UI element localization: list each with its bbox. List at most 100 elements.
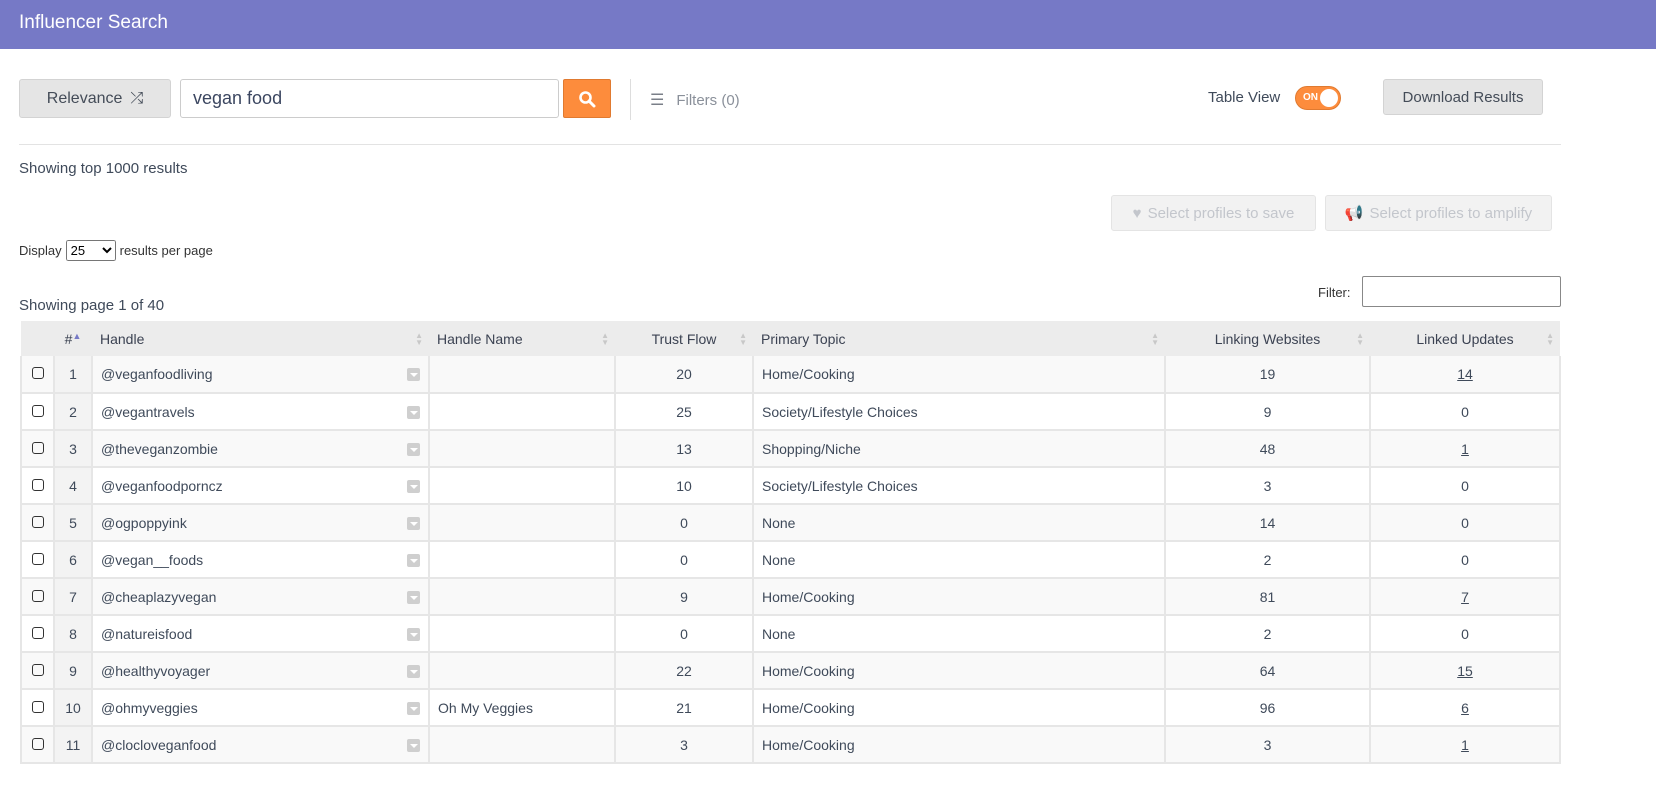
linked-updates-cell[interactable]: 15 [1369, 652, 1561, 690]
linked-updates-link[interactable]: 15 [1457, 663, 1473, 679]
sort-relevance-button[interactable]: Relevance ⤮ [19, 79, 171, 118]
dropdown-icon[interactable] [407, 368, 420, 381]
linked-updates-value: 0 [1461, 514, 1469, 531]
dropdown-icon[interactable] [407, 442, 420, 456]
handle-text[interactable]: @healthyvoyager [101, 663, 210, 679]
linked-updates-cell[interactable]: 1 [1369, 726, 1561, 764]
filter-input[interactable] [1362, 276, 1561, 307]
dropdown-icon[interactable] [407, 738, 420, 752]
row-checkbox[interactable] [31, 737, 44, 750]
handle-cell[interactable]: @healthyvoyager [91, 652, 430, 690]
column-header-handle[interactable]: Handle ▲ ▼ [92, 321, 429, 356]
handle-cell[interactable]: @ohmyveggies [91, 689, 430, 727]
dropdown-icon[interactable] [407, 405, 420, 419]
linking-websites-cell: 96 [1164, 689, 1371, 727]
row-checkbox[interactable] [31, 367, 44, 379]
search-input[interactable] [180, 79, 559, 118]
search-button[interactable] [563, 79, 611, 118]
table-view-toggle[interactable]: ON [1295, 86, 1341, 110]
column-header-linked-updates[interactable]: Linked Updates ▲ ▼ [1370, 321, 1560, 356]
select-column-header [21, 321, 54, 356]
column-header-primary-topic[interactable]: Primary Topic ▲ ▼ [753, 321, 1165, 356]
column-header-handle-name[interactable]: Handle Name ▲ ▼ [429, 321, 615, 356]
trust-flow-cell: 0 [614, 504, 754, 542]
linking-websites-cell: 3 [1164, 467, 1371, 505]
sort-label: Relevance [46, 89, 123, 107]
shuffle-icon: ⤮ [130, 89, 144, 107]
handle-text[interactable]: @ohmyveggies [101, 700, 198, 716]
linked-updates-cell[interactable]: 6 [1369, 689, 1561, 727]
column-header-linking-websites[interactable]: Linking Websites ▲ ▼ [1165, 321, 1370, 356]
dropdown-icon[interactable] [407, 627, 420, 641]
linked-updates-value: 0 [1461, 625, 1469, 642]
table-row: 4 @veganfoodporncz 10 Society/Lifestyle … [20, 467, 1561, 505]
row-checkbox[interactable] [31, 552, 44, 565]
dropdown-icon[interactable] [407, 516, 420, 530]
row-checkbox[interactable] [31, 441, 44, 454]
trust-flow-cell: 3 [614, 726, 754, 764]
handle-cell[interactable]: @natureisfood [91, 615, 430, 653]
handle-text[interactable]: @veganfoodporncz [101, 478, 223, 494]
column-header-rank[interactable]: #▲ [54, 321, 92, 356]
row-checkbox[interactable] [31, 626, 44, 639]
page-info: Showing page 1 of 40 [19, 297, 165, 314]
primary-topic-cell: Society/Lifestyle Choices [752, 467, 1166, 505]
handle-cell[interactable]: @veganfoodporncz [91, 467, 430, 505]
handle-text[interactable]: @vegan__foods [101, 552, 203, 568]
filter-label: Filter: [1318, 285, 1351, 300]
handle-cell[interactable]: @theveganzombie [91, 430, 430, 468]
sort-icon: ▲ ▼ [739, 331, 747, 347]
trust-flow-cell: 0 [614, 615, 754, 653]
dropdown-icon[interactable] [407, 553, 420, 567]
row-checkbox[interactable] [31, 404, 44, 417]
handle-text[interactable]: @clocloveganfood [101, 737, 216, 753]
handle-cell[interactable]: @ogpoppyink [91, 504, 430, 542]
row-checkbox[interactable] [31, 515, 44, 528]
download-results-button[interactable]: Download Results [1383, 79, 1543, 115]
handle-text[interactable]: @veganfoodliving [101, 366, 213, 382]
linked-updates-cell[interactable]: 1 [1369, 430, 1561, 468]
trust-flow-cell: 9 [614, 578, 754, 616]
handle-cell[interactable]: @clocloveganfood [91, 726, 430, 764]
table-row: 10 @ohmyveggies Oh My Veggies 21 Home/Co… [20, 689, 1561, 727]
handle-text[interactable]: @theveganzombie [101, 441, 218, 457]
rank-cell: 3 [53, 430, 93, 468]
dropdown-icon[interactable] [407, 664, 420, 678]
linking-websites-cell: 81 [1164, 578, 1371, 616]
save-profiles-button[interactable]: ♥ Select profiles to save [1111, 195, 1316, 231]
column-header-trust-flow[interactable]: Trust Flow ▲ ▼ [615, 321, 753, 356]
linked-updates-cell[interactable]: 7 [1369, 578, 1561, 616]
row-checkbox[interactable] [31, 589, 44, 602]
handle-cell[interactable]: @vegan__foods [91, 541, 430, 579]
handle-cell[interactable]: @veganfoodliving [91, 356, 430, 394]
row-checkbox[interactable] [31, 700, 44, 713]
dropdown-icon[interactable] [407, 590, 420, 604]
handle-cell[interactable]: @vegantravels [91, 393, 430, 431]
handle-text[interactable]: @ogpoppyink [101, 515, 187, 531]
row-checkbox[interactable] [31, 478, 44, 491]
row-checkbox[interactable] [31, 663, 44, 676]
dropdown-icon[interactable] [407, 701, 420, 715]
rank-cell: 2 [53, 393, 93, 431]
linked-updates-cell[interactable]: 14 [1369, 356, 1561, 394]
trust-flow-cell: 25 [614, 393, 754, 431]
app-title: Influencer Search [19, 12, 168, 33]
linked-updates-link[interactable]: 1 [1461, 441, 1469, 457]
rank-cell: 8 [53, 615, 93, 653]
linked-updates-link[interactable]: 14 [1457, 366, 1473, 382]
per-page-select[interactable]: 25 [65, 240, 116, 261]
linked-updates-link[interactable]: 7 [1461, 589, 1469, 605]
app-header: Influencer Search [0, 0, 1656, 49]
linked-updates-link[interactable]: 1 [1461, 737, 1469, 753]
linked-updates-link[interactable]: 6 [1461, 700, 1469, 716]
download-label: Download Results [1402, 88, 1524, 106]
handle-text[interactable]: @vegantravels [101, 404, 195, 420]
handle-text[interactable]: @cheaplazyvegan [101, 589, 216, 605]
dropdown-icon[interactable] [407, 479, 420, 493]
handle-text[interactable]: @natureisfood [101, 626, 192, 642]
results-table: #▲ Handle ▲ ▼ Handle Name ▲ ▼ Trust Flow ▲ ▼ P… [20, 321, 1561, 764]
row-select-cell [20, 430, 55, 468]
filters-button[interactable]: ☰ Filters (0) [650, 90, 740, 110]
handle-cell[interactable]: @cheaplazyvegan [91, 578, 430, 616]
amplify-profiles-button[interactable]: 📢 Select profiles to amplify [1325, 195, 1552, 231]
